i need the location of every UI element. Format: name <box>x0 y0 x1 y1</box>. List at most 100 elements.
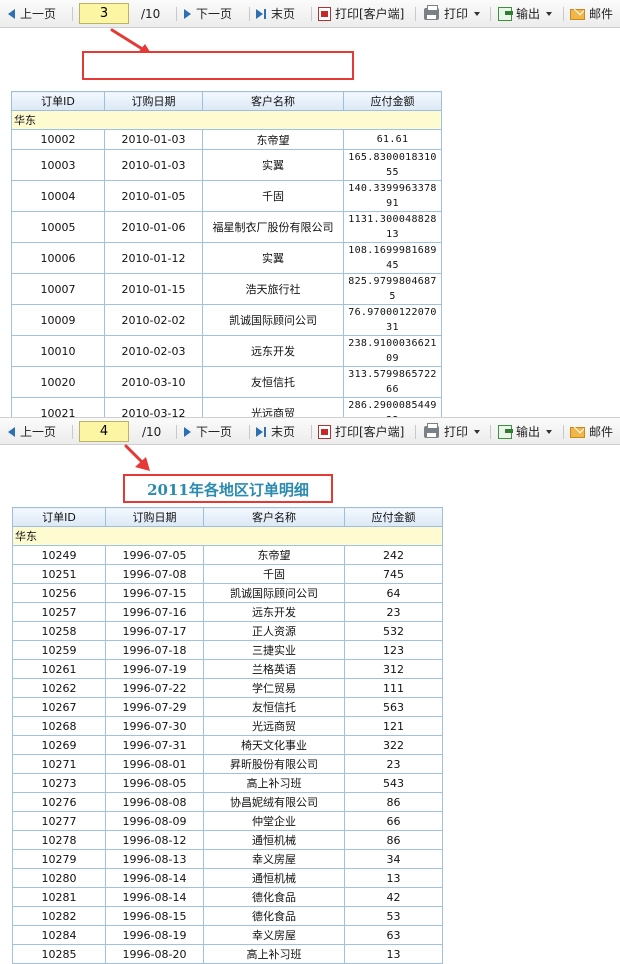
prev-page-label: 上一页 <box>20 7 57 21</box>
print-client-button[interactable]: 打印[客户端] <box>318 0 404 28</box>
order-date-cell: 1996-07-19 <box>105 659 204 679</box>
amount-due-cell: 825.97998046875 <box>343 273 442 305</box>
customer-name-cell: 幸义房屋 <box>203 925 345 945</box>
chevron-down-icon[interactable] <box>546 430 553 434</box>
last-page-label: 末页 <box>271 7 296 21</box>
prev-page-label: 上一页 <box>20 425 57 439</box>
table-row: 10282 1996-08-15 德化食品 53 <box>12 906 443 926</box>
customer-name-cell: 椅天文化事业 <box>203 735 345 755</box>
print-button[interactable]: 打印 <box>424 418 481 446</box>
customer-name-cell: 东帝望 <box>202 129 344 150</box>
order-date-cell: 1996-08-20 <box>105 944 204 964</box>
page-number-input[interactable]: 4 <box>79 421 129 442</box>
customer-name-cell: 德化食品 <box>203 887 345 907</box>
amount-due-cell: 123 <box>344 640 443 660</box>
order-date-cell: 2010-01-15 <box>104 273 203 305</box>
column-header: 客户名称 <box>202 91 344 111</box>
customer-name-cell: 昇昕股份有限公司 <box>203 754 345 774</box>
order-id-cell: 10005 <box>11 211 105 243</box>
order-id-cell: 10256 <box>12 583 106 603</box>
customer-name-cell: 东帝望 <box>203 545 345 565</box>
order-id-cell: 10020 <box>11 366 105 398</box>
order-id-cell: 10002 <box>11 129 105 150</box>
amount-due-cell: 76.9700012207031 <box>343 304 442 336</box>
order-date-cell: 1996-08-09 <box>105 811 204 831</box>
next-page-button[interactable]: 下一页 <box>184 418 232 446</box>
mail-button[interactable]: 邮件 <box>570 418 613 446</box>
table-header-row: 订单ID 订购日期 客户名称 应付金额 <box>11 91 442 111</box>
order-date-cell: 2010-01-03 <box>104 149 203 181</box>
order-date-cell: 2010-01-06 <box>104 211 203 243</box>
print-client-label: 打印[客户端] <box>335 7 405 21</box>
amount-due-cell: 53 <box>344 906 443 926</box>
amount-due-cell: 543 <box>344 773 443 793</box>
order-date-cell: 2010-03-10 <box>104 366 203 398</box>
print-client-label: 打印[客户端] <box>335 425 405 439</box>
chevron-down-icon[interactable] <box>546 12 553 16</box>
column-header: 订购日期 <box>104 91 203 111</box>
printer-icon <box>424 423 439 438</box>
customer-name-cell: 凯诚国际顾问公司 <box>202 304 344 336</box>
order-id-cell: 10271 <box>12 754 106 774</box>
order-date-cell: 1996-08-12 <box>105 830 204 850</box>
table-row: 10269 1996-07-31 椅天文化事业 322 <box>12 735 443 755</box>
amount-due-cell: 61.61 <box>343 129 442 150</box>
mail-button[interactable]: 邮件 <box>570 0 613 28</box>
chevron-down-icon[interactable] <box>474 12 481 16</box>
table-row: 10257 1996-07-16 远东开发 23 <box>12 602 443 622</box>
page-number-input[interactable]: 3 <box>79 3 129 24</box>
amount-due-cell: 313.579986572266 <box>343 366 442 398</box>
last-page-icon <box>256 1 266 29</box>
toolbar-divider <box>311 7 312 21</box>
table-row: 10280 1996-08-14 通恒机械 13 <box>12 868 443 888</box>
column-header: 客户名称 <box>203 507 345 527</box>
customer-name-cell: 仲堂企业 <box>203 811 345 831</box>
toolbar-divider <box>72 425 73 439</box>
amount-due-cell: 23 <box>344 602 443 622</box>
order-id-cell: 10278 <box>12 830 106 850</box>
order-id-cell: 10003 <box>11 149 105 181</box>
next-page-button[interactable]: 下一页 <box>184 0 232 28</box>
customer-name-cell: 正人资源 <box>203 621 345 641</box>
order-date-cell: 1996-07-16 <box>105 602 204 622</box>
mail-label: 邮件 <box>589 7 614 21</box>
export-icon <box>498 7 513 21</box>
print-button[interactable]: 打印 <box>424 0 481 28</box>
prev-arrow-icon <box>8 427 15 437</box>
toolbar-divider <box>563 7 564 21</box>
order-id-cell: 10249 <box>12 545 106 565</box>
table-row: 10010 2010-02-03 远东开发 238.910003662109 <box>11 335 442 367</box>
export-button[interactable]: 输出 <box>498 0 553 28</box>
print-label: 打印 <box>444 425 469 439</box>
export-button[interactable]: 输出 <box>498 418 553 446</box>
annotation-arrow <box>124 444 150 471</box>
prev-page-button[interactable]: 上一页 <box>8 0 56 28</box>
last-page-icon <box>256 419 266 447</box>
table-row: 10009 2010-02-02 凯诚国际顾问公司 76.9700012207031 <box>11 304 442 336</box>
last-page-label: 末页 <box>271 425 296 439</box>
last-page-button[interactable]: 末页 <box>256 0 295 28</box>
group-label: 华东 <box>12 526 443 546</box>
table-row: 10271 1996-08-01 昇昕股份有限公司 23 <box>12 754 443 774</box>
table-row: 10251 1996-07-08 千固 745 <box>12 564 443 584</box>
order-date-cell: 2010-01-12 <box>104 242 203 274</box>
amount-due-cell: 563 <box>344 697 443 717</box>
table-row: 10278 1996-08-12 通恒机械 86 <box>12 830 443 850</box>
order-date-cell: 1996-08-14 <box>105 868 204 888</box>
chevron-down-icon[interactable] <box>474 430 481 434</box>
order-date-cell: 1996-07-29 <box>105 697 204 717</box>
toolbar-divider <box>249 425 250 439</box>
prev-page-button[interactable]: 上一页 <box>8 418 56 446</box>
order-id-cell: 10282 <box>12 906 106 926</box>
customer-name-cell: 高上补习班 <box>203 944 345 964</box>
amount-due-cell: 242 <box>344 545 443 565</box>
toolbar-divider <box>176 425 177 439</box>
order-date-cell: 1996-07-22 <box>105 678 204 698</box>
print-client-button[interactable]: 打印[客户端] <box>318 418 404 446</box>
table-row: 10267 1996-07-29 友恒信托 563 <box>12 697 443 717</box>
order-id-cell: 10279 <box>12 849 106 869</box>
order-id-cell: 10262 <box>12 678 106 698</box>
last-page-button[interactable]: 末页 <box>256 418 295 446</box>
printer-icon <box>424 5 439 20</box>
order-id-cell: 10257 <box>12 602 106 622</box>
